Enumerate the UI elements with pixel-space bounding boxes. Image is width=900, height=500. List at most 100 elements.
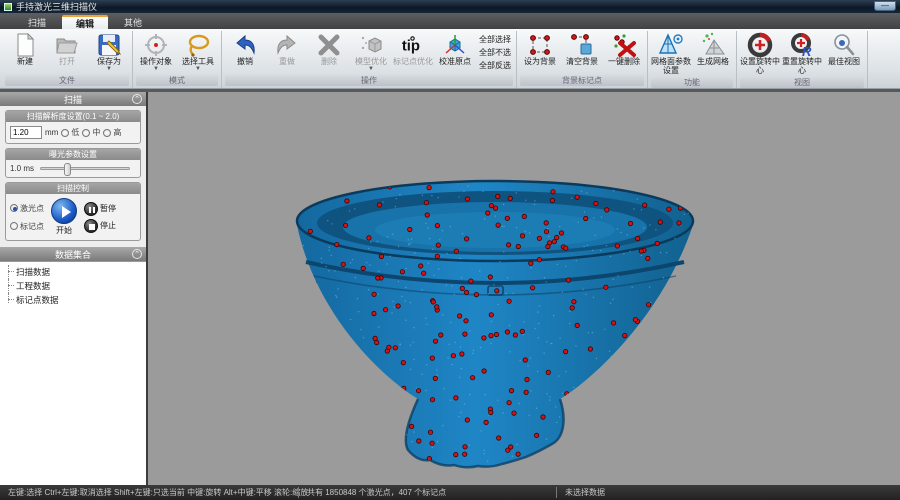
resolution-option-mid[interactable]: 中	[82, 127, 100, 138]
rotation-center-icon	[747, 32, 773, 58]
set-background-button[interactable]: 设为背景	[519, 31, 561, 67]
invert-selection-button[interactable]: 全部反选	[479, 60, 511, 71]
delete-button[interactable]: 删除	[308, 31, 350, 67]
chevron-down-icon: ▼	[153, 67, 159, 71]
tab-edit[interactable]: 编辑	[62, 15, 108, 29]
select-all-stack: 全部选择 全部不选 全部反选	[476, 31, 514, 71]
resolution-option-low[interactable]: 低	[61, 127, 79, 138]
one-key-delete-button[interactable]: 一键删除	[603, 31, 645, 67]
app-window: 手持激光三维扫描仪 — 扫描 编辑 其他 新建 打开	[0, 0, 900, 500]
new-file-icon	[12, 32, 38, 58]
mesh-sparkle-icon	[700, 32, 726, 58]
redo-button[interactable]: 重做	[266, 31, 308, 67]
radio-icon	[10, 204, 18, 212]
model-optimize-button[interactable]: 模型优化 ▼	[350, 31, 392, 71]
slider-thumb[interactable]	[64, 163, 71, 176]
mouse-hints: 左键:选择 Ctrl+左键:取消选择 Shift+左键:只选当前 中键:旋转 A…	[0, 487, 298, 498]
resolution-option-high[interactable]: 高	[103, 127, 121, 138]
svg-text:tip: tip	[402, 39, 420, 55]
exposure-slider[interactable]	[40, 167, 130, 170]
laser-point-radio[interactable]: 激光点	[10, 203, 44, 214]
viewport-3d[interactable]	[148, 92, 900, 485]
minimize-button[interactable]: —	[874, 1, 896, 11]
scan-section-header: 扫描 ⌃	[0, 92, 146, 106]
group-label-operation: 操作	[225, 75, 513, 86]
radio-icon	[82, 129, 90, 137]
start-label: 开始	[56, 225, 72, 236]
resolution-input[interactable]	[10, 126, 42, 139]
set-rotation-center-button[interactable]: 设置旋转中心	[739, 31, 781, 76]
tip-logo-icon: tip	[400, 32, 426, 58]
marker-point-radio[interactable]: 标记点	[10, 221, 44, 232]
resolution-unit: mm	[45, 128, 58, 137]
group-mode: 操作对象 ▼ 选择工具 ▼ 模式	[133, 31, 222, 88]
tree-item-marker-data[interactable]: 标记点数据	[6, 293, 146, 307]
ribbon-tabs: 扫描 编辑 其他	[0, 13, 900, 29]
group-functions: 网格面参数设置 生成网格 功能	[648, 31, 737, 88]
marker-clear-icon	[569, 32, 595, 58]
group-operation: 撤销 重做 删除 模型	[222, 31, 517, 88]
scan-control-title: 扫描控制	[6, 183, 140, 194]
open-button[interactable]: 打开	[46, 31, 88, 67]
lasso-icon	[185, 32, 211, 58]
undo-icon	[232, 32, 258, 58]
group-label-file: 文件	[5, 75, 129, 86]
radio-icon	[10, 222, 18, 230]
redo-icon	[274, 32, 300, 58]
stop-button[interactable]	[84, 219, 98, 233]
tab-other[interactable]: 其他	[110, 15, 156, 29]
tree-item-scan-data[interactable]: 扫描数据	[6, 265, 146, 279]
new-button[interactable]: 新建	[4, 31, 46, 67]
scanned-bowl-model	[148, 92, 898, 485]
mesh-gear-icon	[658, 32, 684, 58]
group-label-background-markers: 背景标记点	[520, 75, 644, 86]
reset-rotation-center-button[interactable]: R 重置旋转中心	[781, 31, 823, 76]
title-bar: 手持激光三维扫描仪 —	[0, 0, 900, 13]
group-background-markers: 设为背景 清空背景 一键删除 背景标记点	[517, 31, 648, 88]
ribbon: 新建 打开 保存为 ▼ 文件	[0, 29, 900, 89]
mesh-settings-button[interactable]: 网格面参数设置	[650, 31, 692, 76]
chevron-down-icon: ▼	[195, 67, 201, 71]
save-as-button[interactable]: 保存为 ▼	[88, 31, 130, 71]
marker-frame-icon	[527, 32, 553, 58]
window-title: 手持激光三维扫描仪	[16, 0, 97, 13]
collapse-icon[interactable]: ⌃	[132, 249, 142, 259]
group-label-mode: 模式	[136, 75, 218, 86]
svg-text:R: R	[802, 44, 812, 58]
status-bar: 左键:选择 Ctrl+左键:取消选择 Shift+左键:只选当前 中键:旋转 A…	[0, 485, 900, 500]
exposure-title: 曝光参数设置	[6, 149, 140, 160]
scan-control-groupbox: 扫描控制 激光点 标记点 开始 暂停 停止	[5, 182, 141, 241]
group-file: 新建 打开 保存为 ▼ 文件	[2, 31, 133, 88]
open-folder-icon	[54, 32, 80, 58]
generate-mesh-button[interactable]: 生成网格	[692, 31, 734, 67]
pause-button[interactable]	[84, 202, 98, 216]
group-view: 设置旋转中心 R 重置旋转中心 最佳视图 视图	[737, 31, 868, 88]
radio-icon	[103, 129, 111, 137]
rotation-reset-icon: R	[789, 32, 815, 58]
tree-item-project-data[interactable]: 工程数据	[6, 279, 146, 293]
operate-object-button[interactable]: 操作对象 ▼	[135, 31, 177, 71]
select-none-button[interactable]: 全部不选	[479, 47, 511, 58]
delete-x-icon	[316, 32, 342, 58]
group-label-view: 视图	[740, 77, 864, 88]
axis-cube-icon	[442, 32, 468, 58]
best-view-button[interactable]: 最佳视图	[823, 31, 865, 67]
point-counts: 共有 1850848 个激光点，407 个标记点	[298, 487, 556, 498]
undo-button[interactable]: 撤销	[224, 31, 266, 67]
chevron-down-icon: ▼	[106, 67, 112, 71]
marker-optimize-button[interactable]: tip 标记点优化	[392, 31, 434, 67]
select-tool-button[interactable]: 选择工具 ▼	[177, 31, 219, 71]
main-area: 扫描 ⌃ 扫描解析度设置(0.1 ~ 2.0) mm 低 中 高 曝光参数设置 …	[0, 89, 900, 485]
magnifier-icon	[831, 32, 857, 58]
clear-background-button[interactable]: 清空背景	[561, 31, 603, 67]
calibrate-origin-button[interactable]: 校准原点	[434, 31, 476, 67]
tab-scan[interactable]: 扫描	[14, 15, 60, 29]
start-scan-button[interactable]	[51, 198, 77, 224]
collapse-icon[interactable]: ⌃	[132, 94, 142, 104]
group-label-functions: 功能	[651, 77, 733, 88]
select-all-button[interactable]: 全部选择	[479, 34, 511, 45]
save-icon	[96, 32, 122, 58]
radio-icon	[61, 129, 69, 137]
left-panel: 扫描 ⌃ 扫描解析度设置(0.1 ~ 2.0) mm 低 中 高 曝光参数设置 …	[0, 92, 148, 485]
selection-status: 未选择数据	[556, 487, 613, 498]
